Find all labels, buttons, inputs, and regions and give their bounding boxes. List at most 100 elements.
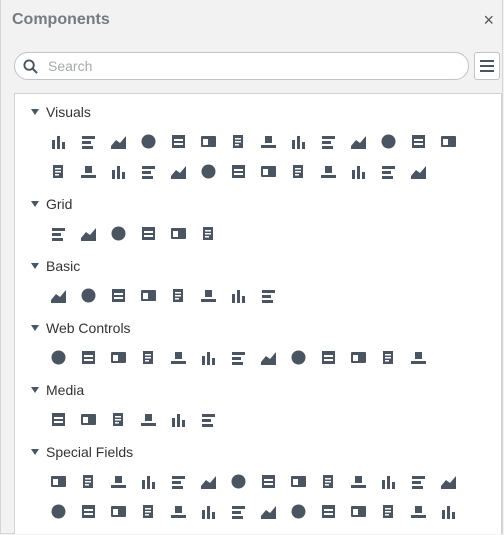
page-grid-icon[interactable] (193, 218, 223, 248)
create-time-icon[interactable] (193, 466, 223, 496)
vertical-line-icon[interactable] (253, 280, 283, 310)
print-date-icon[interactable] (43, 466, 73, 496)
list-box-icon[interactable] (253, 342, 283, 372)
100pct-area-chart-icon[interactable] (373, 126, 403, 156)
image-box-icon[interactable] (343, 342, 373, 372)
horizontal-bar-icon[interactable] (133, 126, 163, 156)
report-page-total-icon[interactable] (73, 496, 103, 526)
100pct-stacked-bar-icon[interactable] (103, 126, 133, 156)
jump-line-chart-icon[interactable] (283, 126, 313, 156)
dot-plot-icon[interactable] (193, 156, 223, 186)
report-index-icon[interactable] (133, 496, 163, 526)
half-gauge-icon[interactable] (73, 156, 103, 186)
navigator-icon[interactable] (133, 342, 163, 372)
spacer-icon[interactable] (193, 280, 223, 310)
stacked-bar-chart-icon[interactable] (73, 126, 103, 156)
qr-code-icon[interactable] (103, 404, 133, 434)
filter-icon[interactable] (43, 342, 73, 372)
step-line-chart-icon[interactable] (253, 126, 283, 156)
kpi-icon[interactable] (403, 156, 433, 186)
scatter-chart-icon[interactable] (223, 156, 253, 186)
donut-chart-icon[interactable] (43, 156, 73, 186)
map-icon[interactable] (373, 156, 403, 186)
modified-date-icon[interactable] (103, 466, 133, 496)
play-icon[interactable] (193, 404, 223, 434)
filter-list-icon[interactable] (253, 496, 283, 526)
lock-icon[interactable] (313, 342, 343, 372)
gantt-chart-icon[interactable] (253, 156, 283, 186)
close-icon[interactable]: × (483, 11, 494, 29)
treemap-icon[interactable] (343, 156, 373, 186)
page-total-icon[interactable] (433, 466, 463, 496)
section-header[interactable]: Basic (15, 256, 501, 276)
page-count-icon[interactable] (283, 466, 313, 496)
modified-time-icon[interactable] (133, 466, 163, 496)
check-box-icon[interactable] (193, 342, 223, 372)
subreport-icon[interactable] (133, 280, 163, 310)
radio-button-icon[interactable] (163, 342, 193, 372)
rectangle-icon[interactable] (103, 342, 133, 372)
text-box-icon[interactable] (223, 342, 253, 372)
text-icon[interactable] (43, 280, 73, 310)
grouped-table-icon[interactable] (133, 218, 163, 248)
freeform-table-icon[interactable] (73, 218, 103, 248)
tree-chart-icon[interactable] (313, 156, 343, 186)
bubble-chart-icon[interactable] (283, 156, 313, 186)
bullet-icon[interactable] (163, 156, 193, 186)
collapse-triangle-icon (31, 109, 39, 115)
pie-chart-icon[interactable] (433, 126, 463, 156)
section-header[interactable]: Special Fields (15, 442, 501, 462)
java-icon[interactable] (133, 404, 163, 434)
print-time-icon[interactable] (73, 466, 103, 496)
filter-dollar-icon[interactable] (193, 496, 223, 526)
grid-table-icon[interactable] (163, 280, 193, 310)
image-icon[interactable] (103, 280, 133, 310)
stacked-area-chart-icon[interactable] (343, 126, 373, 156)
section-header[interactable]: Grid (15, 194, 501, 214)
table-icon[interactable] (43, 218, 73, 248)
hamburger-menu-button[interactable] (474, 52, 500, 80)
sql-icon[interactable] (163, 496, 193, 526)
label-icon[interactable] (73, 280, 103, 310)
user-ab-icon[interactable] (313, 496, 343, 526)
gauge-icon[interactable] (103, 156, 133, 186)
section-header[interactable]: Web Controls (15, 318, 501, 338)
database-icon[interactable] (373, 496, 403, 526)
report-page-icon[interactable] (43, 496, 73, 526)
search-box[interactable] (14, 52, 469, 80)
section-header[interactable]: Media (15, 380, 501, 400)
horizontal-line-icon[interactable] (223, 280, 253, 310)
parameter-value-icon[interactable] (343, 496, 373, 526)
search-input[interactable] (46, 57, 430, 75)
signature-icon[interactable] (43, 404, 73, 434)
layers-icon[interactable] (43, 526, 73, 534)
author-icon[interactable] (253, 466, 283, 496)
crosstab-icon[interactable] (103, 218, 133, 248)
stacked-horizontal-bar-icon[interactable] (163, 126, 193, 156)
filter-fx-icon[interactable] (223, 496, 253, 526)
combo-chart-icon[interactable] (403, 126, 433, 156)
image-button-icon[interactable] (403, 342, 433, 372)
spin-box-icon[interactable] (283, 342, 313, 372)
barcode-icon[interactable] (73, 404, 103, 434)
eye-icon[interactable] (163, 404, 193, 434)
radial-gauge-icon[interactable] (133, 156, 163, 186)
button-ok-icon[interactable] (373, 342, 403, 372)
bar-chart-icon[interactable] (43, 126, 73, 156)
page-number-of-icon[interactable] (403, 466, 433, 496)
100pct-stacked-horizontal-icon[interactable] (193, 126, 223, 156)
sort-icon[interactable] (313, 466, 343, 496)
filter-arrow-icon[interactable] (283, 496, 313, 526)
section-header[interactable]: Visuals (15, 102, 501, 122)
area-chart-icon[interactable] (313, 126, 343, 156)
layers-eye-icon[interactable] (433, 496, 463, 526)
line-chart-icon[interactable] (223, 126, 253, 156)
note-icon[interactable] (403, 496, 433, 526)
group-number-icon[interactable] (343, 466, 373, 496)
page-number-icon[interactable] (223, 466, 253, 496)
parameter-icon[interactable] (73, 342, 103, 372)
create-date-icon[interactable] (163, 466, 193, 496)
page-index-icon[interactable] (103, 496, 133, 526)
section-icon[interactable] (163, 218, 193, 248)
group-count-icon[interactable] (373, 466, 403, 496)
